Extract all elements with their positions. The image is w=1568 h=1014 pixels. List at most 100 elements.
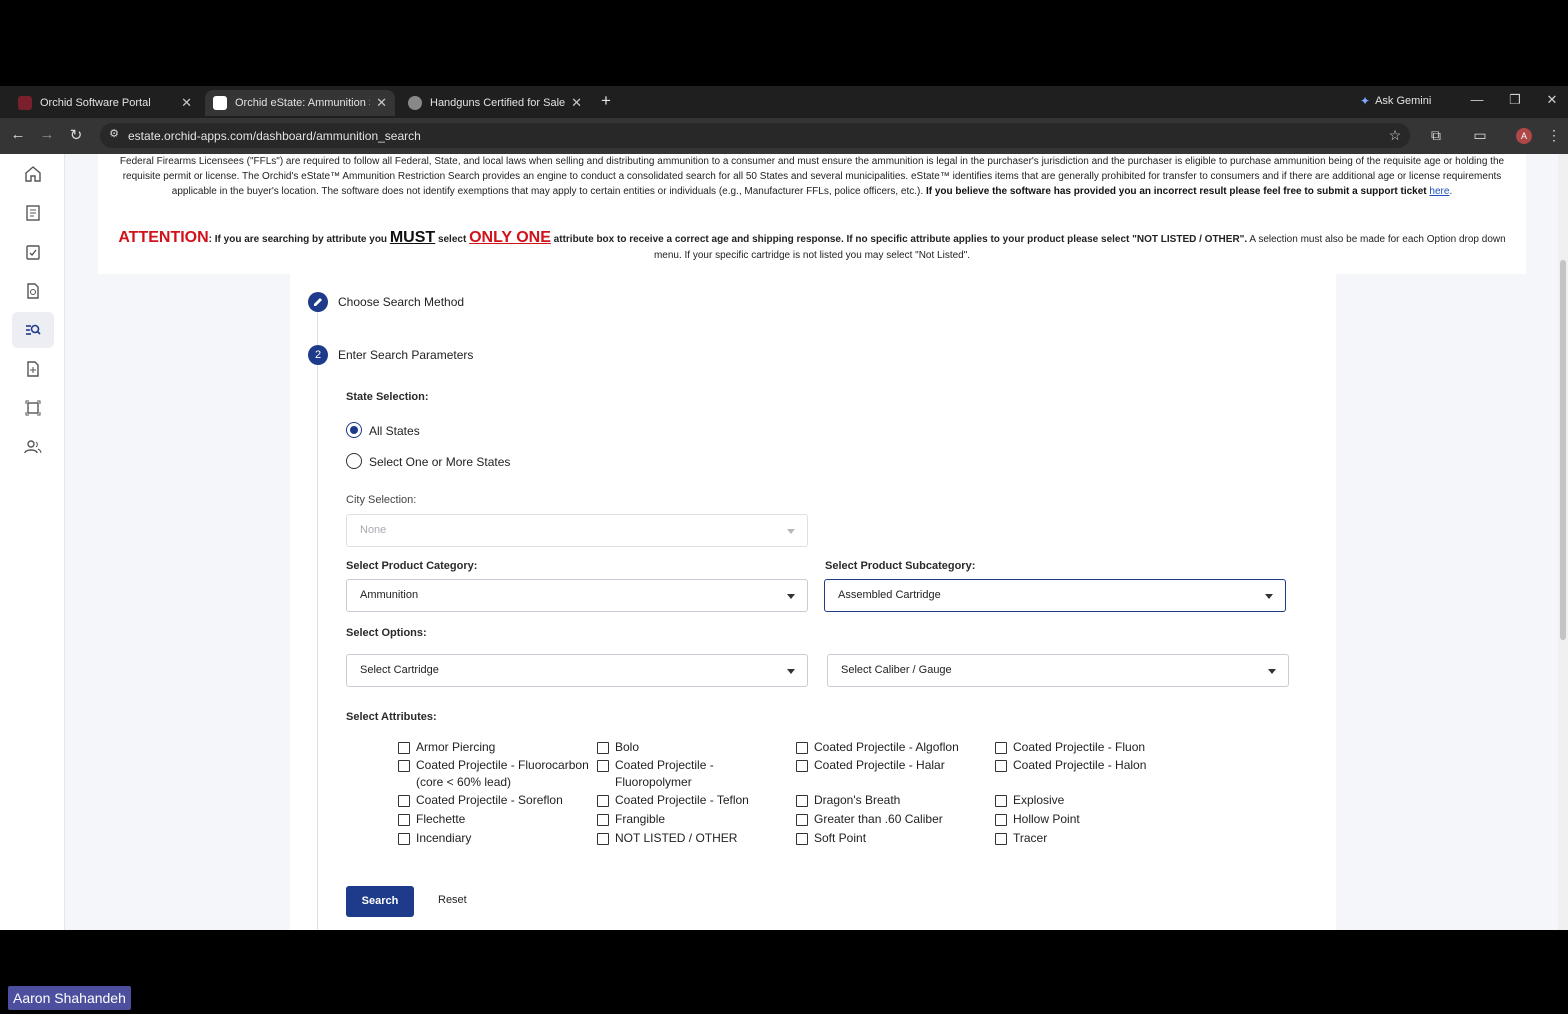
attribute-label[interactable]: Incendiary [416,830,596,847]
clipboard-check-icon[interactable] [12,234,54,270]
tab-orchid-portal[interactable]: Orchid Software Portal ✕ [10,90,200,116]
chevron-down-icon [787,669,795,674]
ask-gemini-button[interactable]: ✦ Ask Gemini [1360,92,1431,110]
checkbox-fluon[interactable] [995,742,1007,754]
page-scrollbar[interactable] [1558,154,1568,930]
gemini-sparkle-icon: ✦ [1360,94,1371,108]
attribute-label[interactable]: Explosive [1013,792,1193,809]
checkbox-hollow-point[interactable] [995,814,1007,826]
restore-icon[interactable]: ❐ [1505,92,1525,108]
select-options-label: Select Options: [346,627,427,639]
search-button[interactable]: Search [346,886,414,917]
radio-all-states[interactable] [346,422,362,438]
extensions-icon[interactable]: ⧉ [1426,127,1446,144]
attribute-label[interactable]: Coated Projectile - Fluon [1013,739,1193,756]
attribute-label[interactable]: Greater than .60 Caliber [814,811,994,828]
tab-ammunition-search[interactable]: Orchid eState: Ammunition Sea ✕ [205,90,395,116]
url-text[interactable]: estate.orchid-apps.com/dashboard/ammunit… [128,129,421,143]
app-sidebar [0,154,65,930]
attribute-label[interactable]: Bolo [615,739,795,756]
checkbox-explosive[interactable] [995,795,1007,807]
new-tab-button[interactable]: + [596,91,616,111]
step2-number: 2 [308,345,328,365]
chevron-down-icon [1268,669,1276,674]
city-select: None [346,514,808,547]
home-icon[interactable] [12,156,54,192]
checkbox-fluoropolymer[interactable] [597,760,609,772]
scan-document-icon[interactable] [12,390,54,426]
close-window-icon[interactable]: ✕ [1542,92,1562,108]
step2-label: Enter Search Parameters [338,348,474,362]
attribute-label[interactable]: Flechette [416,811,596,828]
attribute-label[interactable]: NOT LISTED / OTHER [615,830,795,847]
checkbox-not-listed-other[interactable] [597,833,609,845]
product-subcategory-select[interactable]: Assembled Cartridge [824,579,1286,612]
checkbox-tracer[interactable] [995,833,1007,845]
checkbox-flechette[interactable] [398,814,410,826]
close-tab-icon[interactable]: ✕ [376,95,387,111]
site-info-icon[interactable]: ⚙ [104,127,124,140]
scrollbar-thumb[interactable] [1560,260,1566,640]
step1-edit-icon[interactable] [308,292,328,312]
forward-arrow-icon[interactable]: → [37,126,57,143]
attribute-label[interactable]: Coated Projectile - Fluoropolymer [615,757,755,791]
presenter-name-tag: Aaron Shahandeh [8,986,131,1010]
tab-search-icon[interactable]: ▭ [1470,127,1490,144]
checkbox-armor-piercing[interactable] [398,742,410,754]
radio-select-states-label[interactable]: Select One or More States [369,455,510,469]
reset-button[interactable]: Reset [438,894,467,906]
minimize-icon[interactable]: — [1467,92,1487,107]
attribute-label[interactable]: Frangible [615,811,795,828]
attribute-label[interactable]: Coated Projectile - Fluorocarbon (core <… [416,757,596,791]
tab-handguns-certified[interactable]: Handguns Certified for Sale | St ✕ [400,90,590,116]
attribute-label[interactable]: Coated Projectile - Halon [1013,757,1193,774]
caliber-gauge-select[interactable]: Select Caliber / Gauge [827,654,1289,687]
attribute-label[interactable]: Coated Projectile - Algoflon [814,739,994,756]
checkbox-soft-point[interactable] [796,833,808,845]
product-category-select[interactable]: Ammunition [346,579,808,612]
checkbox-bolo[interactable] [597,742,609,754]
checkbox-soreflon[interactable] [398,795,410,807]
document-search-icon[interactable] [12,273,54,309]
checkbox-halon[interactable] [995,760,1007,772]
step1-label[interactable]: Choose Search Method [338,295,464,309]
ammunition-search-icon[interactable] [12,312,54,348]
checkbox-greater-than-60-caliber[interactable] [796,814,808,826]
chevron-down-icon [787,529,795,534]
bookmark-star-icon[interactable]: ☆ [1385,127,1405,144]
menu-kebab-icon[interactable]: ⋮ [1544,127,1564,144]
legal-notice-text: Federal Firearms Licensees ("FFLs") are … [119,156,1505,197]
close-tab-icon[interactable]: ✕ [571,95,582,111]
attribute-label[interactable]: Coated Projectile - Soreflon [416,792,596,809]
users-icon[interactable] [12,429,54,465]
profile-avatar[interactable]: A [1516,128,1532,144]
cartridge-select[interactable]: Select Cartridge [346,654,808,687]
checkbox-teflon[interactable] [597,795,609,807]
attribute-label[interactable]: Soft Point [814,830,994,847]
state-selection-label: State Selection: [346,391,429,403]
attribute-label[interactable]: Tracer [1013,830,1193,847]
checkbox-dragons-breath[interactable] [796,795,808,807]
reload-icon[interactable]: ↻ [66,126,86,144]
reports-icon[interactable] [12,195,54,231]
checkbox-frangible[interactable] [597,814,609,826]
close-tab-icon[interactable]: ✕ [181,95,192,111]
globe-icon [408,96,422,110]
checkbox-fluorocarbon[interactable] [398,760,410,772]
add-document-icon[interactable] [12,351,54,387]
chevron-down-icon [1265,594,1273,599]
attribute-label[interactable]: Armor Piercing [416,739,596,756]
checkbox-incendiary[interactable] [398,833,410,845]
attribute-label[interactable]: Coated Projectile - Halar [814,757,994,774]
checkbox-halar[interactable] [796,760,808,772]
checkbox-algoflon[interactable] [796,742,808,754]
attribute-label[interactable]: Coated Projectile - Teflon [615,792,795,809]
step-connector [317,302,318,930]
attribute-label[interactable]: Hollow Point [1013,811,1193,828]
back-arrow-icon[interactable]: ← [8,126,28,143]
support-ticket-link[interactable]: here [1429,186,1449,197]
attribute-label[interactable]: Dragon's Breath [814,792,994,809]
radio-all-states-label[interactable]: All States [369,424,420,438]
radio-select-states[interactable] [346,453,362,469]
city-selection-label: City Selection: [346,494,417,506]
